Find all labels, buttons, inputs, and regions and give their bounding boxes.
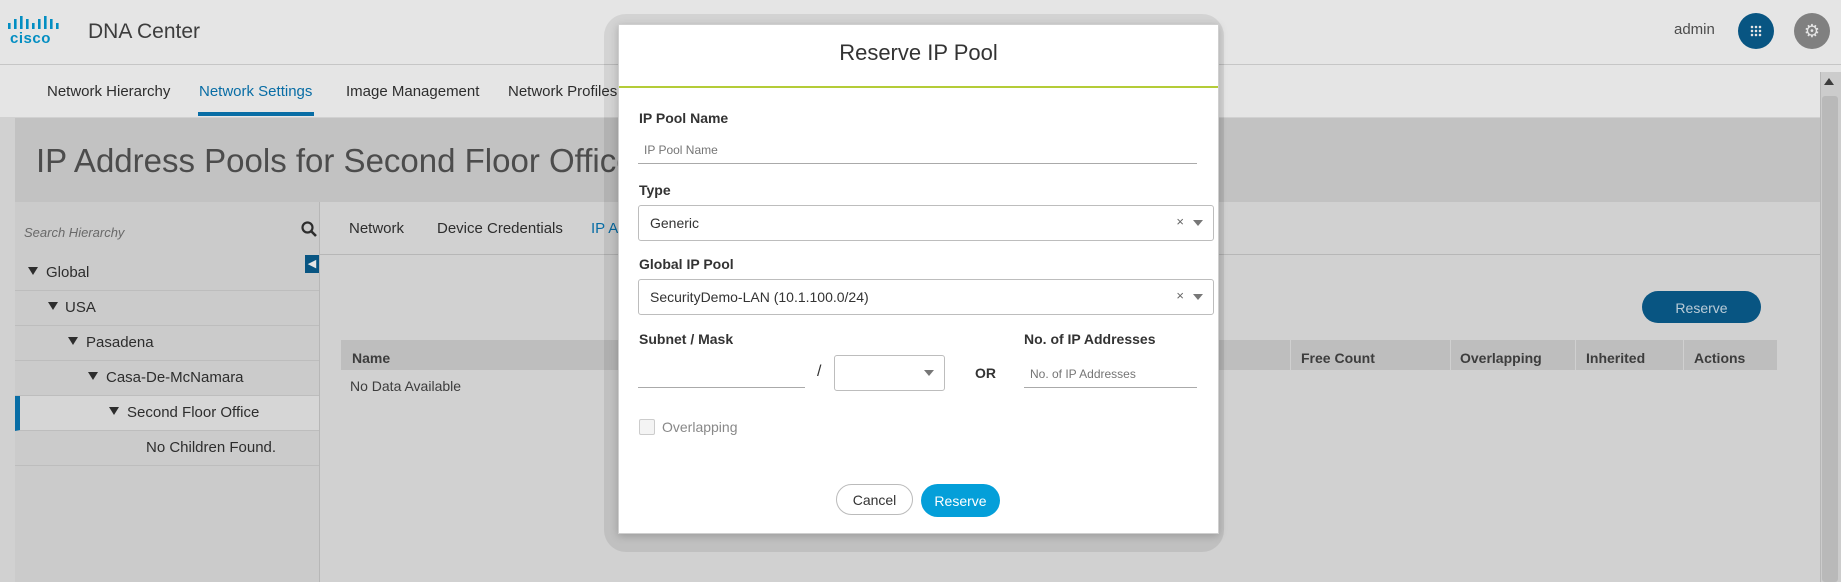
type-selected-value: Generic [650, 215, 700, 231]
cancel-button[interactable]: Cancel [836, 484, 913, 515]
clear-icon[interactable]: × [1176, 288, 1184, 303]
reserve-button[interactable]: Reserve [921, 484, 1000, 517]
global-ip-pool-label: Global IP Pool [639, 256, 734, 272]
dialog-title: Reserve IP Pool [839, 40, 998, 65]
type-select[interactable]: Generic × [638, 205, 1214, 241]
ip-pool-name-input[interactable] [638, 137, 1197, 164]
chevron-down-icon[interactable] [1193, 220, 1203, 226]
clear-icon[interactable]: × [1176, 214, 1184, 229]
overlapping-label: Overlapping [662, 419, 738, 435]
reserve-ip-pool-dialog: Reserve IP Pool IP Pool Name Type Generi… [618, 24, 1219, 534]
subnet-input[interactable] [638, 361, 805, 388]
ip-pool-name-label: IP Pool Name [639, 110, 729, 126]
subnet-mask-label: Subnet / Mask [639, 331, 734, 347]
type-label: Type [639, 182, 671, 198]
dialog-title-divider [619, 86, 1218, 88]
global-ip-pool-selected-value: SecurityDemo-LAN (10.1.100.0/24) [650, 289, 869, 305]
chevron-down-icon[interactable] [924, 370, 934, 376]
global-ip-pool-select[interactable]: SecurityDemo-LAN (10.1.100.0/24) × [638, 279, 1214, 315]
overlapping-checkbox[interactable] [639, 419, 655, 435]
mask-select[interactable] [834, 355, 945, 391]
chevron-down-icon[interactable] [1193, 294, 1203, 300]
num-ip-addresses-input[interactable] [1024, 361, 1197, 388]
or-label: OR [975, 365, 996, 381]
subnet-mask-separator: / [817, 363, 822, 380]
num-ip-addresses-label: No. of IP Addresses [1024, 331, 1156, 347]
